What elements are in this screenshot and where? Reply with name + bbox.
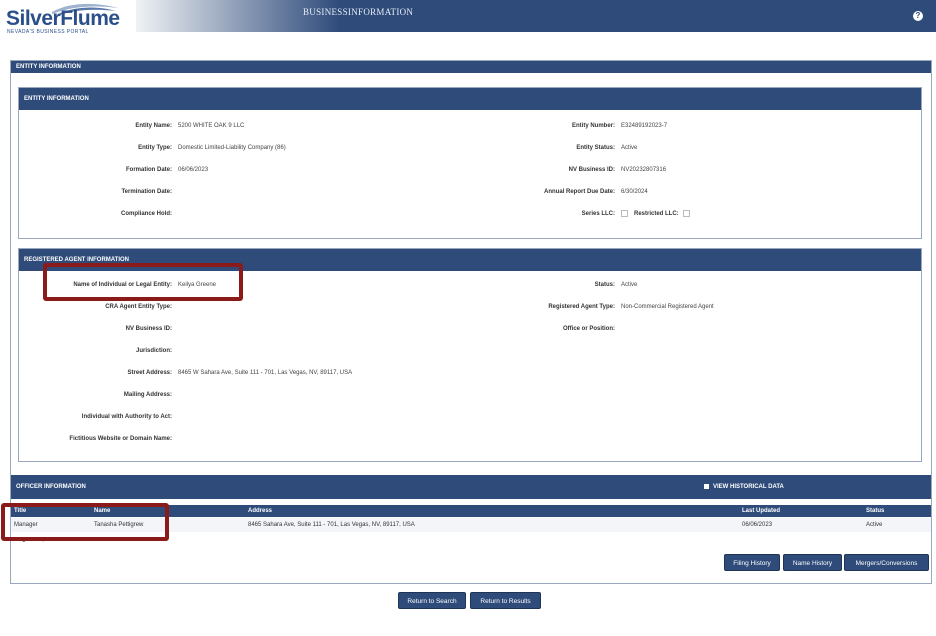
restricted-llc-checkbox[interactable] [682,209,690,217]
termination-date-label: Termination Date: [121,189,172,195]
col-status: Status [866,508,885,514]
compliance-hold-label: Compliance Hold: [120,211,172,217]
page-title: BUSINESSINFORMATION [303,7,414,17]
logo-text: SilverFlume [6,7,120,30]
mailing-address-row: Mailing Address: [19,390,921,400]
nv-business-id-label: NV Business ID: [568,167,615,173]
restricted-llc-label: Restricted LLC: [634,211,679,217]
entity-name-row: Entity Name: 5200 WHITE OAK 9 LLC Entity… [19,121,921,131]
nv-business-id-value: NV20232807316 [621,167,667,173]
llc-checkboxes: Restricted LLC: [617,209,696,219]
historical-label: VIEW HISTORICAL DATA [713,484,784,490]
registered-agent-type-value: Non-Commercial Registered Agent [621,304,714,310]
officer-section-title: OFFICER INFORMATION [16,484,86,490]
mergers-conversions-button[interactable]: Mergers/Conversions [844,554,929,571]
series-llc-checkbox[interactable] [621,209,628,217]
fictitious-website-row: Fictitious Website or Domain Name: [19,434,921,444]
formation-date-label: Formation Date: [125,167,172,173]
officer-status: Active [866,522,883,528]
outer-section-header: ENTITY INFORMATION [11,61,931,73]
historical-checkbox[interactable] [704,483,709,489]
entity-section-header: ENTITY INFORMATION [19,88,921,110]
officer-section-header: OFFICER INFORMATION VIEW HISTORICAL DATA [11,475,931,499]
compliance-hold-row: Compliance Hold: Series LLC: Restricted … [19,209,921,219]
entity-information-panel: ENTITY INFORMATION Entity Name: 5200 WHI… [18,87,922,239]
return-to-search-button[interactable]: Return to Search [398,592,466,609]
agent-status-value: Active [621,282,638,288]
entity-name-value: 5200 WHITE OAK 9 LLC [178,123,245,129]
entity-status-label: Entity Status: [576,145,615,151]
formation-date-row: Formation Date: 06/06/2023 NV Business I… [19,165,921,175]
fictitious-website-label: Fictitious Website or Domain Name: [69,436,172,442]
highlight-agent-name [43,263,243,301]
officer-address: 8465 Sahara Ave, Suite 111 - 701, Las Ve… [248,522,415,528]
mailing-address-label: Mailing Address: [123,392,172,398]
agent-nv-id-label: NV Business ID: [125,326,172,332]
entity-status-value: Active [621,145,638,151]
logo-subtitle: NEVADA'S BUSINESS PORTAL [7,29,89,35]
agent-status-label: Status: [594,282,615,288]
return-to-results-button[interactable]: Return to Results [470,592,541,609]
street-address-label: Street Address: [127,370,172,376]
cra-agent-type-label: CRA Agent Entity Type: [105,304,172,310]
view-historical-data[interactable]: VIEW HISTORICAL DATA [704,475,784,499]
series-llc-label: Series LLC: [581,211,615,217]
highlight-officer [1,503,169,541]
cra-agent-type-row: CRA Agent Entity Type: Registered Agent … [19,302,921,312]
annual-report-due-value: 6/30/2024 [621,189,648,195]
jurisdiction-row: Jurisdiction: [19,346,921,356]
street-address-row: Street Address: 8465 W Sahara Ave, Suite… [19,368,921,378]
filing-history-button[interactable]: Filing History [724,554,780,571]
authority-row: Individual with Authority to Act: [19,412,921,422]
agent-nv-id-row: NV Business ID: Office or Position: [19,324,921,334]
termination-date-row: Termination Date: Annual Report Due Date… [19,187,921,197]
registered-agent-type-label: Registered Agent Type: [548,304,615,310]
street-address-value: 8465 W Sahara Ave, Suite 111 - 701, Las … [178,370,353,376]
entity-name-label: Entity Name: [135,123,172,129]
office-position-label: Office or Position: [562,326,615,332]
officer-last-updated: 06/06/2023 [742,522,773,528]
entity-type-value: Domestic Limited-Liability Company (86) [178,145,286,151]
name-history-button[interactable]: Name History [783,554,842,571]
annual-report-due-label: Annual Report Due Date: [543,189,615,195]
entity-number-label: Entity Number: [571,123,615,129]
formation-date-value: 06/06/2023 [178,167,209,173]
entity-type-row: Entity Type: Domestic Limited-Liability … [19,143,921,153]
authority-label: Individual with Authority to Act: [81,414,172,420]
col-address: Address [248,508,273,514]
top-bar: BUSINESSINFORMATION ? [0,0,936,32]
jurisdiction-label: Jurisdiction: [135,348,172,354]
entity-type-label: Entity Type: [138,145,172,151]
col-last-updated: Last Updated [742,508,781,514]
silverflume-logo[interactable]: SilverFlume NEVADA'S BUSINESS PORTAL [0,0,136,35]
help-icon[interactable]: ? [913,11,923,21]
entity-number-value: E32489192023-7 [621,123,668,129]
